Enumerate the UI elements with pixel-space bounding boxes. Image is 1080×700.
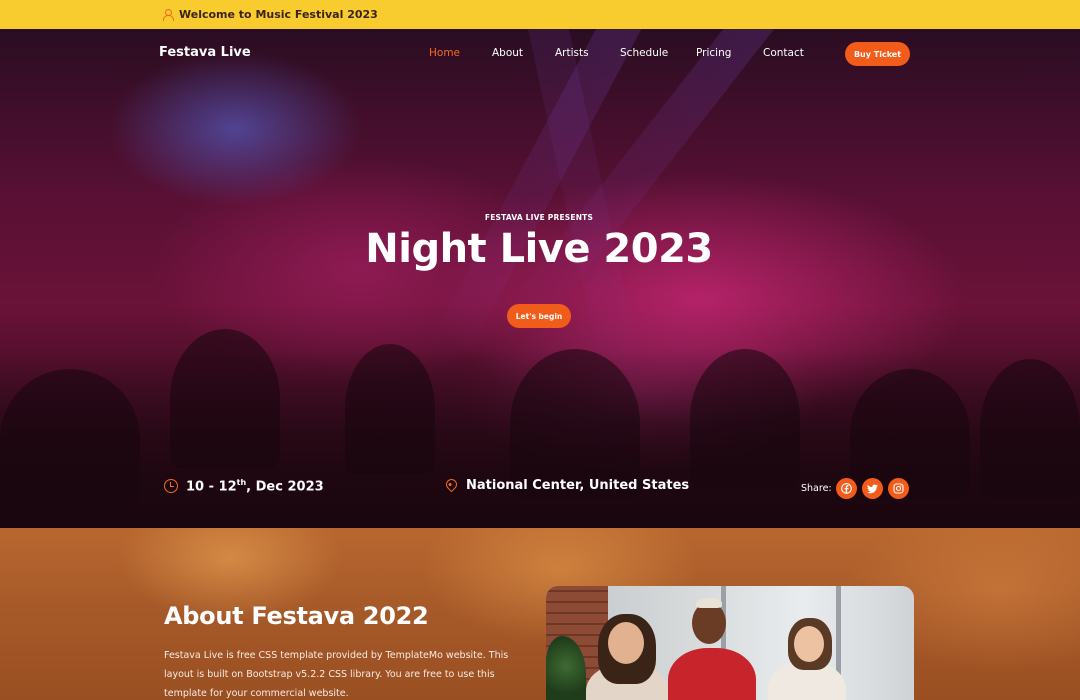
face-left: [608, 622, 644, 664]
nav-artists[interactable]: Artists: [555, 47, 589, 59]
face-center: [692, 602, 726, 644]
event-location: National Center, United States: [443, 476, 690, 493]
lets-begin-button[interactable]: Let's begin: [507, 304, 571, 328]
nav-contact[interactable]: Contact: [763, 47, 804, 59]
brand-logo[interactable]: Festava Live: [159, 45, 251, 60]
share-label: Share:: [801, 483, 832, 494]
hero-shade: [0, 348, 1080, 528]
hero-section: [0, 29, 1080, 528]
twitter-icon: [867, 483, 878, 493]
announcement-text: Welcome to Music Festival 2023: [179, 8, 378, 21]
event-location-text: National Center, United States: [466, 478, 690, 493]
twitter-button[interactable]: [862, 478, 883, 499]
buy-ticket-button[interactable]: Buy Ticket: [845, 42, 910, 66]
facebook-icon: [841, 483, 852, 494]
event-date: 10 - 12th, Dec 2023: [164, 478, 324, 494]
instagram-button[interactable]: [888, 478, 909, 499]
nav-about[interactable]: About: [492, 47, 523, 59]
navbar: Festava Live Home About Artists Schedule…: [0, 29, 1080, 79]
nav-pricing[interactable]: Pricing: [696, 47, 731, 59]
person-icon: [163, 9, 174, 21]
nav-home[interactable]: Home: [429, 47, 460, 59]
about-photo: [546, 586, 914, 700]
person-center: [668, 648, 756, 700]
event-date-text: 10 - 12th, Dec 2023: [186, 478, 324, 495]
about-title: About Festava 2022: [164, 602, 429, 630]
instagram-icon: [893, 483, 904, 494]
hero-kicker: FESTAVA LIVE PRESENTS: [484, 213, 594, 222]
announcement-bar: Welcome to Music Festival 2023: [0, 0, 1080, 29]
hero-title: Night Live 2023: [365, 226, 713, 272]
location-pin-icon: [443, 476, 460, 493]
nav-schedule[interactable]: Schedule: [620, 47, 668, 59]
about-section: [0, 528, 1080, 700]
hair-center: [696, 598, 722, 608]
announcement-content: Welcome to Music Festival 2023: [163, 8, 378, 21]
clock-icon: [164, 479, 178, 494]
about-text: Festava Live is free CSS template provid…: [164, 650, 509, 699]
facebook-button[interactable]: [836, 478, 857, 499]
face-right: [794, 626, 824, 662]
